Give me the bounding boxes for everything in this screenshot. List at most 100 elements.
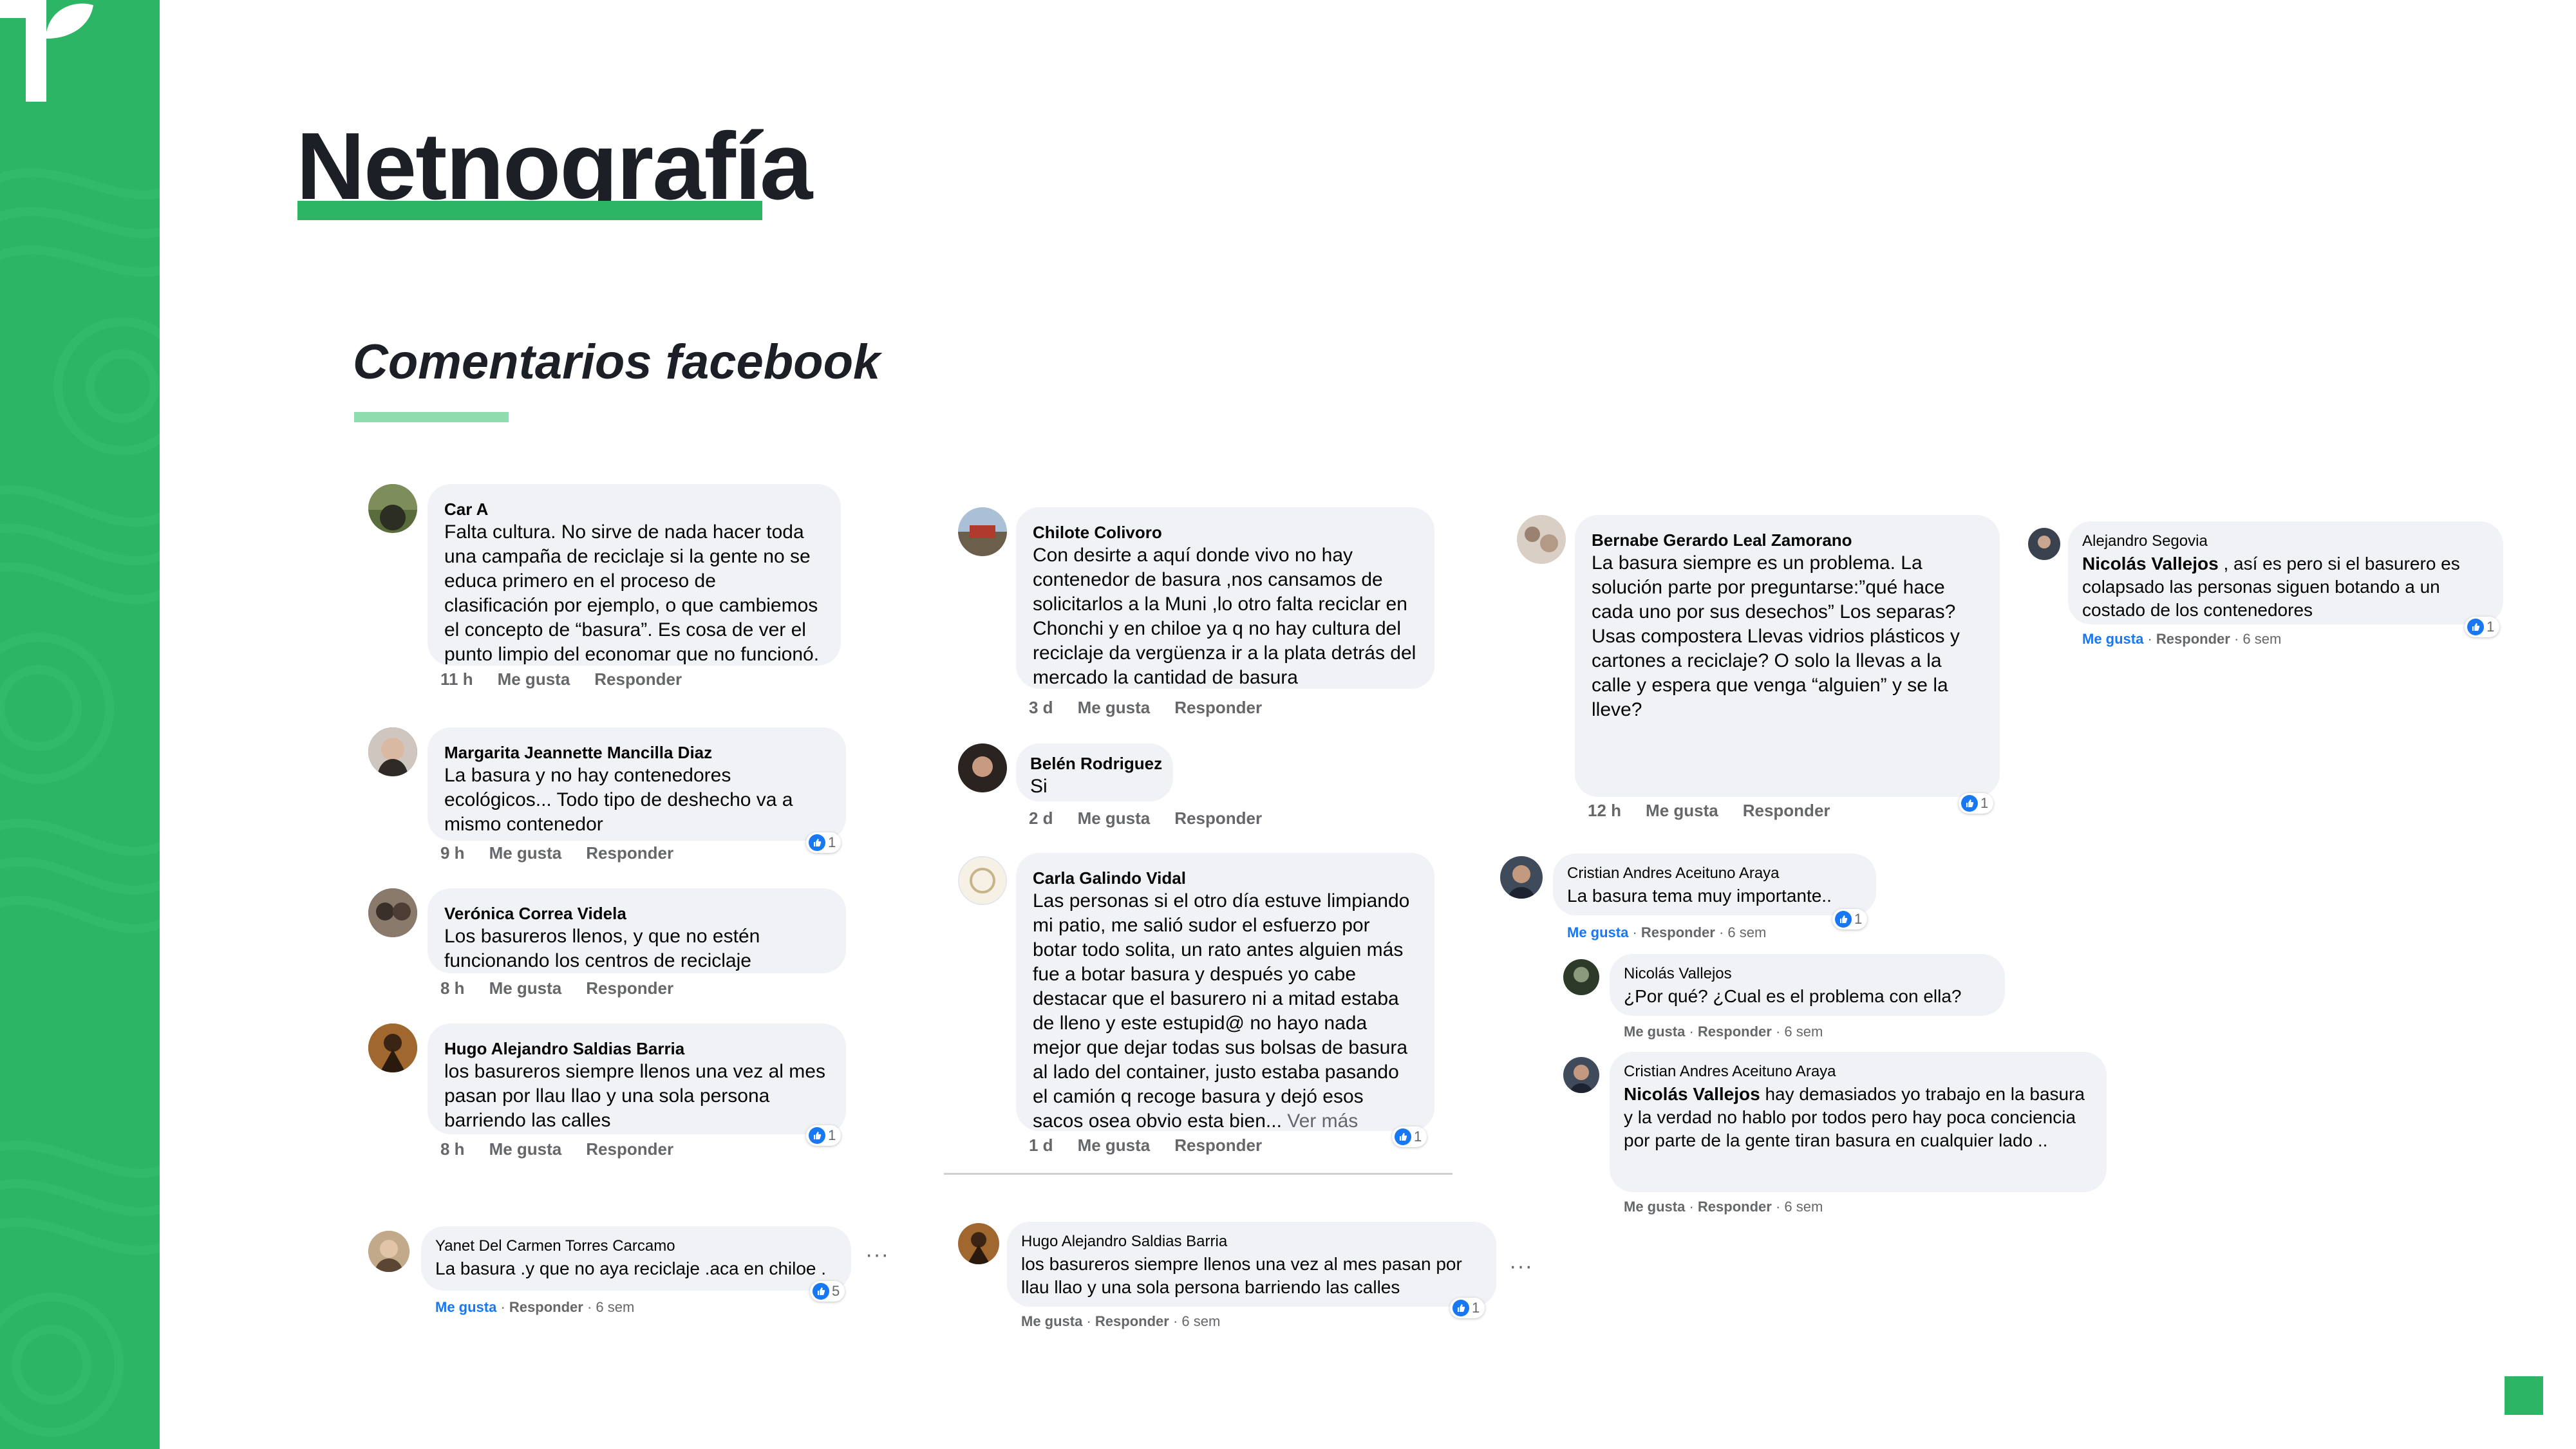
comment-author[interactable]: Alejandro Segovia	[2082, 530, 2489, 552]
like-link[interactable]: Me gusta	[489, 843, 562, 863]
comment-time[interactable]: 6 sem	[1784, 1024, 1823, 1040]
comment-time[interactable]: 3 d	[1029, 698, 1053, 717]
like-link[interactable]: Me gusta	[489, 1139, 562, 1159]
reaction-count[interactable]: 1	[806, 1125, 841, 1146]
avatar[interactable]	[958, 856, 1007, 905]
like-icon	[1961, 795, 1978, 812]
avatar[interactable]	[958, 743, 1007, 792]
reaction-count[interactable]: 1	[1832, 909, 1868, 930]
avatar-image	[958, 507, 1007, 556]
reply-link[interactable]: Responder	[1698, 1199, 1772, 1215]
avatar[interactable]	[368, 1024, 417, 1072]
comment-author[interactable]: Bernabe Gerardo Leal Zamorano	[1592, 529, 1983, 551]
comment-time[interactable]: 6 sem	[596, 1299, 634, 1315]
comment-time[interactable]: 6 sem	[2242, 631, 2281, 647]
reaction-count[interactable]: 1	[1959, 793, 1994, 814]
avatar-image	[368, 484, 417, 530]
comment-time[interactable]: 6 sem	[1784, 1199, 1823, 1215]
comment-author[interactable]: Cristian Andres Aceituno Araya	[1567, 863, 1862, 884]
reply-link[interactable]: Responder	[586, 978, 673, 998]
reply-link[interactable]: Responder	[594, 669, 682, 689]
like-link[interactable]: Me gusta	[1624, 1199, 1685, 1215]
comment-author[interactable]: Verónica Correa Videla	[444, 902, 829, 924]
like-icon	[1395, 1128, 1411, 1145]
avatar[interactable]	[1563, 1057, 1599, 1093]
avatar[interactable]	[958, 1223, 999, 1264]
reply-link[interactable]: Responder	[1174, 698, 1262, 717]
like-link[interactable]: Me gusta	[1078, 809, 1151, 828]
like-link[interactable]: Me gusta	[1021, 1313, 1082, 1329]
reaction-count[interactable]: 1	[806, 832, 841, 853]
reply-link[interactable]: Responder	[1174, 809, 1262, 828]
like-link[interactable]: Me gusta	[2082, 631, 2143, 647]
reaction-count[interactable]: 1	[2465, 617, 2500, 637]
reply-link[interactable]: Responder	[1698, 1024, 1772, 1040]
comment-bubble: Carla Galindo Vidal Las personas si el o…	[1016, 853, 1434, 1132]
like-link[interactable]: Me gusta	[435, 1299, 496, 1315]
reply-link[interactable]: Responder	[586, 843, 673, 863]
avatar[interactable]	[958, 507, 1007, 556]
like-link[interactable]: Me gusta	[1078, 1136, 1151, 1155]
comment-time[interactable]: 11 h	[440, 669, 473, 689]
reaction-count[interactable]: 5	[810, 1281, 845, 1302]
mention-link[interactable]: Nicolás Vallejos	[2082, 554, 2219, 574]
like-icon	[2467, 619, 2484, 635]
reaction-count[interactable]: 1	[1392, 1126, 1427, 1147]
avatar[interactable]	[1563, 959, 1599, 995]
mention-link[interactable]: Nicolás Vallejos	[1624, 1084, 1760, 1104]
comment-time[interactable]: 6 sem	[1181, 1313, 1220, 1329]
comment-actions: 1 d Me gusta Responder	[1029, 1136, 1286, 1155]
comment-author[interactable]: Nicolás Vallejos	[1624, 963, 1991, 985]
reply-link[interactable]: Responder	[1743, 801, 1830, 820]
comment-author[interactable]: Margarita Jeannette Mancilla Diaz	[444, 742, 829, 763]
reply-link[interactable]: Responder	[2156, 631, 2230, 647]
sidebar-decoration	[0, 0, 160, 1449]
reply-link[interactable]: Responder	[1174, 1136, 1262, 1155]
comment-author[interactable]: Cristian Andres Aceituno Araya	[1624, 1061, 2092, 1083]
more-options-icon[interactable]: ···	[865, 1242, 889, 1267]
like-link[interactable]: Me gusta	[1567, 924, 1628, 940]
more-options-icon[interactable]: ···	[1509, 1254, 1533, 1279]
reply-link[interactable]: Responder	[1095, 1313, 1169, 1329]
reply-link[interactable]: Responder	[1641, 924, 1715, 940]
avatar-image	[1563, 959, 1599, 995]
swirl-pattern	[0, 168, 160, 1437]
reaction-count[interactable]: 1	[1450, 1298, 1485, 1318]
reply-link[interactable]: Responder	[586, 1139, 673, 1159]
comment-time[interactable]: 8 h	[440, 1139, 465, 1159]
reaction-number: 1	[1472, 1300, 1480, 1316]
like-link[interactable]: Me gusta	[498, 669, 570, 689]
comment-text: La basura siempre es un problema. La sol…	[1592, 552, 1960, 720]
like-link[interactable]: Me gusta	[489, 978, 562, 998]
avatar[interactable]	[1500, 856, 1543, 899]
comment-author[interactable]: Chilote Colivoro	[1033, 521, 1418, 543]
like-link[interactable]: Me gusta	[1078, 698, 1151, 717]
like-link[interactable]: Me gusta	[1646, 801, 1718, 820]
avatar[interactable]	[368, 727, 417, 776]
comment-time[interactable]: 2 d	[1029, 809, 1053, 828]
avatar[interactable]	[368, 1231, 409, 1272]
comment-author[interactable]: Hugo Alejandro Saldias Barria	[444, 1038, 829, 1060]
comment-author[interactable]: Yanet Del Carmen Torres Carcamo	[435, 1235, 837, 1257]
comment-time[interactable]: 1 d	[1029, 1136, 1053, 1155]
comment-actions: Me gusta · Responder · 6 sem	[1567, 924, 1767, 940]
comment-author[interactable]: Belén Rodriguez	[1030, 753, 1162, 774]
subtitle-underline	[354, 412, 509, 422]
comment-text: los basureros siempre llenos una vez al …	[444, 1061, 825, 1131]
avatar[interactable]	[368, 888, 417, 937]
reply-link[interactable]: Responder	[509, 1299, 583, 1315]
avatar[interactable]	[2028, 528, 2060, 560]
comment-author[interactable]: Carla Galindo Vidal	[1033, 867, 1418, 889]
avatar-image	[1517, 515, 1566, 564]
avatar[interactable]	[368, 484, 417, 533]
like-link[interactable]: Me gusta	[1624, 1024, 1685, 1040]
comment-time[interactable]: 6 sem	[1727, 924, 1766, 940]
comment-time[interactable]: 8 h	[440, 978, 465, 998]
avatar[interactable]	[1517, 515, 1566, 564]
comment-time[interactable]: 12 h	[1588, 801, 1621, 820]
see-more-link[interactable]: Ver más	[1287, 1110, 1358, 1132]
comment-author[interactable]: Hugo Alejandro Saldias Barria	[1021, 1231, 1482, 1253]
comment-author[interactable]: Car A	[444, 498, 824, 520]
comment-time[interactable]: 9 h	[440, 843, 465, 863]
comment-actions: 9 h Me gusta Responder	[440, 843, 698, 863]
